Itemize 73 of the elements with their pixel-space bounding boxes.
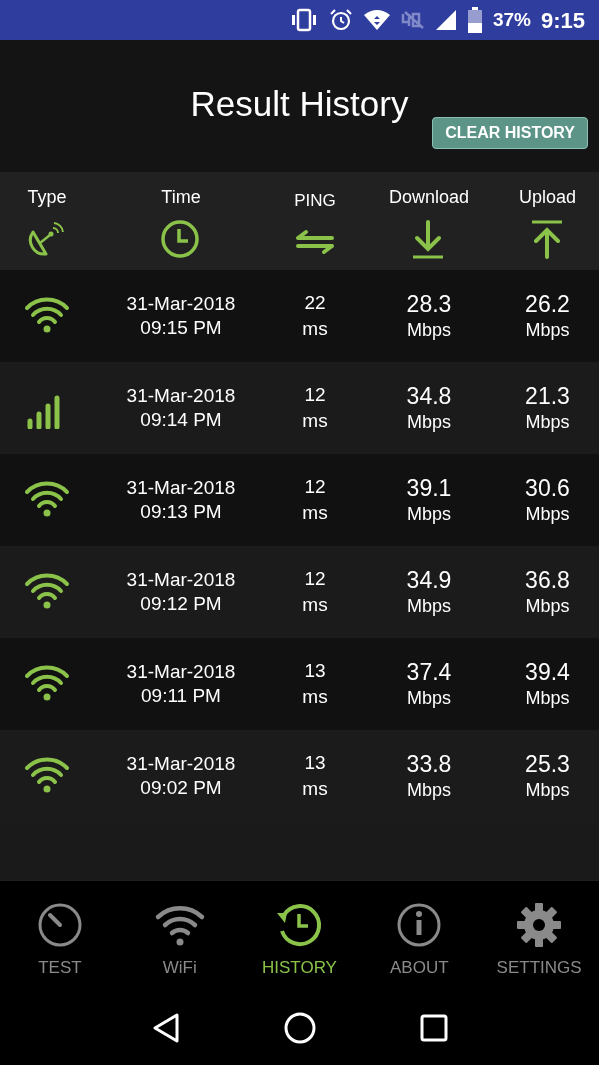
battery-percent: 37% (492, 7, 531, 32)
clock-time: 9:15 (540, 6, 585, 35)
upload-unit: Mbps (525, 503, 570, 526)
upload-value: 21.3 (525, 382, 570, 410)
download-unit: Mbps (407, 687, 451, 710)
clock-icon (160, 219, 202, 261)
signal-icon (434, 9, 457, 31)
result-date: 31-Mar-2018 (126, 292, 236, 316)
ping-value: 12 (304, 567, 326, 591)
upload-unit: Mbps (525, 687, 570, 710)
download-value: 39.1 (406, 474, 452, 502)
download-value: 33.8 (406, 750, 452, 778)
column-header: Type (27, 186, 67, 209)
result-time: 09:14 PM (140, 408, 222, 432)
download-value: 34.9 (406, 566, 452, 594)
column-header: Download (388, 186, 470, 209)
download-unit: Mbps (407, 503, 451, 526)
ping-unit: ms (302, 777, 328, 801)
ping-value: 22 (304, 291, 326, 315)
ping-value: 12 (304, 475, 326, 499)
ping-value: 13 (304, 751, 326, 775)
nav-tab[interactable]: ABOUT (359, 881, 480, 990)
column-header: Time (161, 186, 201, 209)
clear-history-button[interactable]: CLEAR HISTORY (432, 117, 588, 149)
upload-unit: Mbps (525, 319, 570, 342)
download-unit: Mbps (407, 595, 451, 618)
download-value: 34.8 (406, 382, 452, 410)
back-button[interactable] (151, 1011, 182, 1044)
ping-unit: ms (302, 409, 328, 433)
ping-value: 13 (304, 659, 326, 683)
settings-icon (515, 901, 564, 949)
ping-unit: ms (302, 501, 328, 525)
result-date: 31-Mar-2018 (126, 384, 236, 408)
upload-value: 26.2 (525, 290, 570, 318)
download-unit: Mbps (407, 319, 451, 342)
battery-icon (466, 7, 483, 33)
mobile-data-off-icon (400, 10, 425, 30)
page-title: Result History (190, 83, 409, 125)
result-time: 09:02 PM (140, 776, 222, 800)
download-unit: Mbps (407, 779, 451, 802)
result-date: 31-Mar-2018 (126, 568, 236, 592)
upload-value: 30.6 (525, 474, 570, 502)
result-time: 09:12 PM (140, 592, 222, 616)
upload-unit: Mbps (525, 595, 570, 618)
result-time: 09:13 PM (140, 500, 222, 524)
ping-unit: ms (302, 685, 328, 709)
upload-value: 39.4 (525, 658, 570, 686)
nav-tab[interactable]: WiFi (119, 881, 240, 990)
column-header: Upload (518, 186, 576, 209)
recents-button[interactable] (419, 1013, 448, 1042)
upload-value: 25.3 (525, 750, 570, 778)
result-date: 31-Mar-2018 (126, 660, 236, 684)
nav-tab[interactable]: HISTORY (239, 881, 360, 990)
home-button[interactable] (283, 1010, 318, 1045)
column-header: PING (294, 190, 336, 212)
download-value: 37.4 (406, 658, 452, 686)
download-value: 28.3 (406, 290, 452, 318)
ping-unit: ms (302, 593, 328, 617)
upload-unit: Mbps (525, 779, 570, 802)
result-time: 09:15 PM (140, 316, 222, 340)
ping-value: 12 (304, 383, 326, 407)
ping-unit: ms (302, 317, 328, 341)
download-unit: Mbps (407, 411, 451, 434)
result-time: 09:11 PM (141, 684, 221, 708)
upload-value: 36.8 (525, 566, 570, 594)
history-icon (275, 901, 324, 949)
wifi-status-icon (362, 9, 391, 31)
nav-tab[interactable]: TEST (0, 881, 120, 990)
alarm-icon (328, 8, 353, 32)
nav-tab[interactable]: SETTINGS (479, 881, 599, 990)
upload-unit: Mbps (525, 411, 570, 434)
result-date: 31-Mar-2018 (126, 476, 236, 500)
result-date: 31-Mar-2018 (126, 752, 236, 776)
